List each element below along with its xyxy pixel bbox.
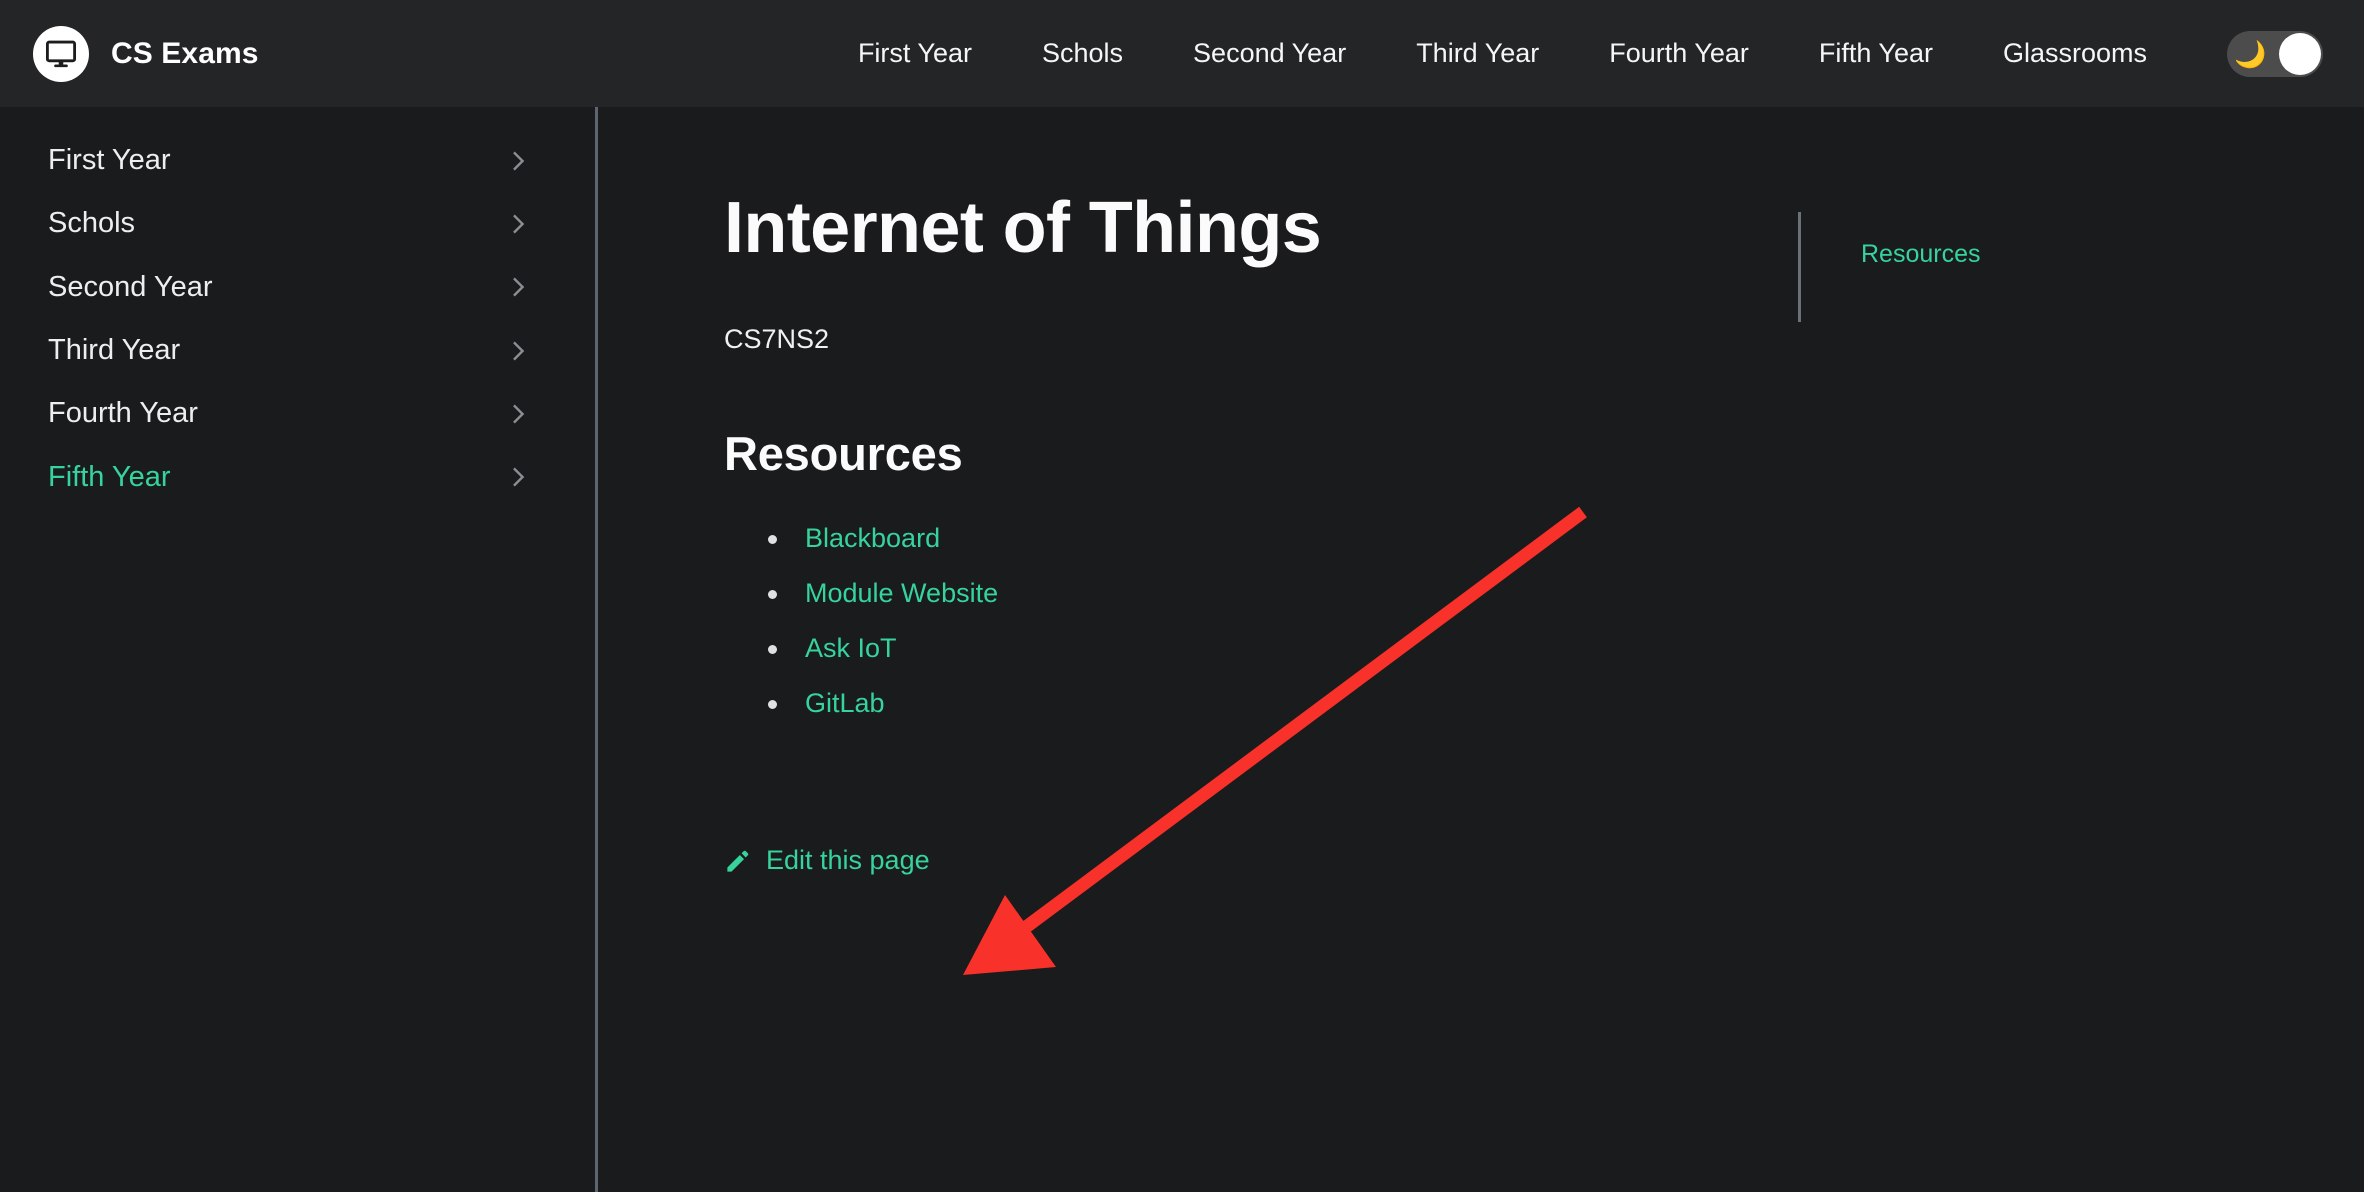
nav-item-first-year[interactable]: First Year	[823, 40, 1007, 67]
resource-link-module-website[interactable]: Module Website	[805, 578, 998, 608]
resources-list: Blackboard Module Website Ask IoT GitLab	[724, 518, 1798, 724]
sidebar-item-label: First Year	[48, 144, 171, 176]
primary-nav: First Year Schols Second Year Third Year…	[823, 30, 2331, 77]
brand-title: CS Exams	[111, 36, 259, 70]
crescent-moon-icon: 🌙	[2234, 38, 2267, 69]
nav-item-fifth-year[interactable]: Fifth Year	[1784, 40, 1968, 67]
sidebar-item-label: Schols	[48, 207, 136, 240]
chevron-right-icon	[507, 403, 529, 425]
chevron-right-icon	[507, 340, 529, 362]
nav-item-fourth-year[interactable]: Fourth Year	[1574, 40, 1784, 67]
edit-this-page-link[interactable]: Edit this page	[724, 845, 930, 876]
sidebar-item-label: Fourth Year	[48, 397, 198, 430]
list-item: Blackboard	[768, 518, 1798, 560]
sidebar-item-second-year[interactable]: Second Year	[0, 256, 595, 319]
nav-item-second-year[interactable]: Second Year	[1158, 40, 1381, 67]
article: Internet of Things CS7NS2 Resources Blac…	[598, 107, 1798, 1192]
sidebar-item-fifth-year[interactable]: Fifth Year	[0, 446, 595, 509]
list-item: Module Website	[768, 573, 1798, 615]
sidebar-item-fourth-year[interactable]: Fourth Year	[0, 382, 595, 445]
brand-home-link[interactable]: CS Exams	[33, 25, 259, 82]
nav-item-schols[interactable]: Schols	[1007, 40, 1158, 67]
toc-inner: Resources	[1798, 212, 2249, 322]
sidebar-item-label: Fifth Year	[48, 460, 171, 493]
resource-link-gitlab[interactable]: GitLab	[805, 688, 885, 718]
dark-mode-toggle[interactable]: 🌙	[2227, 30, 2323, 77]
nav-item-glassrooms[interactable]: Glassrooms	[1968, 40, 2182, 67]
resource-link-blackboard[interactable]: Blackboard	[805, 523, 940, 553]
nav-item-third-year[interactable]: Third Year	[1381, 40, 1574, 67]
body-wrapper: First Year Schols Second Year Third Year	[0, 107, 2364, 1192]
app-root: CS Exams First Year Schols Second Year T…	[0, 0, 2364, 1192]
chevron-right-icon	[507, 276, 529, 298]
resource-link-ask-iot[interactable]: Ask IoT	[805, 633, 897, 663]
sidebar-item-label: Third Year	[48, 334, 181, 367]
chevron-right-icon	[507, 213, 529, 235]
pencil-icon	[724, 848, 751, 875]
page-title: Internet of Things	[724, 188, 1322, 268]
sidebar-item-schols[interactable]: Schols	[0, 192, 595, 255]
table-of-contents: Resources	[1798, 107, 2289, 1192]
site-header: CS Exams First Year Schols Second Year T…	[0, 0, 2364, 107]
edit-this-page-label: Edit this page	[766, 844, 930, 875]
desktop-monitor-icon	[33, 25, 89, 82]
content-area: Internet of Things CS7NS2 Resources Blac…	[598, 107, 2364, 1192]
sidebar-item-third-year[interactable]: Third Year	[0, 319, 595, 382]
sidebar-item-label: Second Year	[48, 270, 213, 303]
section-heading-resources: Resources	[724, 427, 963, 481]
module-code: CS7NS2	[724, 324, 830, 355]
chevron-right-icon	[507, 150, 529, 172]
list-item: GitLab	[768, 683, 1798, 725]
sidebar-nav: First Year Schols Second Year Third Year	[0, 107, 598, 1192]
toggle-knob	[2279, 32, 2321, 75]
list-item: Ask IoT	[768, 628, 1798, 670]
chevron-right-icon	[507, 466, 529, 488]
sidebar-item-first-year[interactable]: First Year	[0, 129, 595, 192]
toc-link-resources[interactable]: Resources	[1861, 240, 1981, 268]
